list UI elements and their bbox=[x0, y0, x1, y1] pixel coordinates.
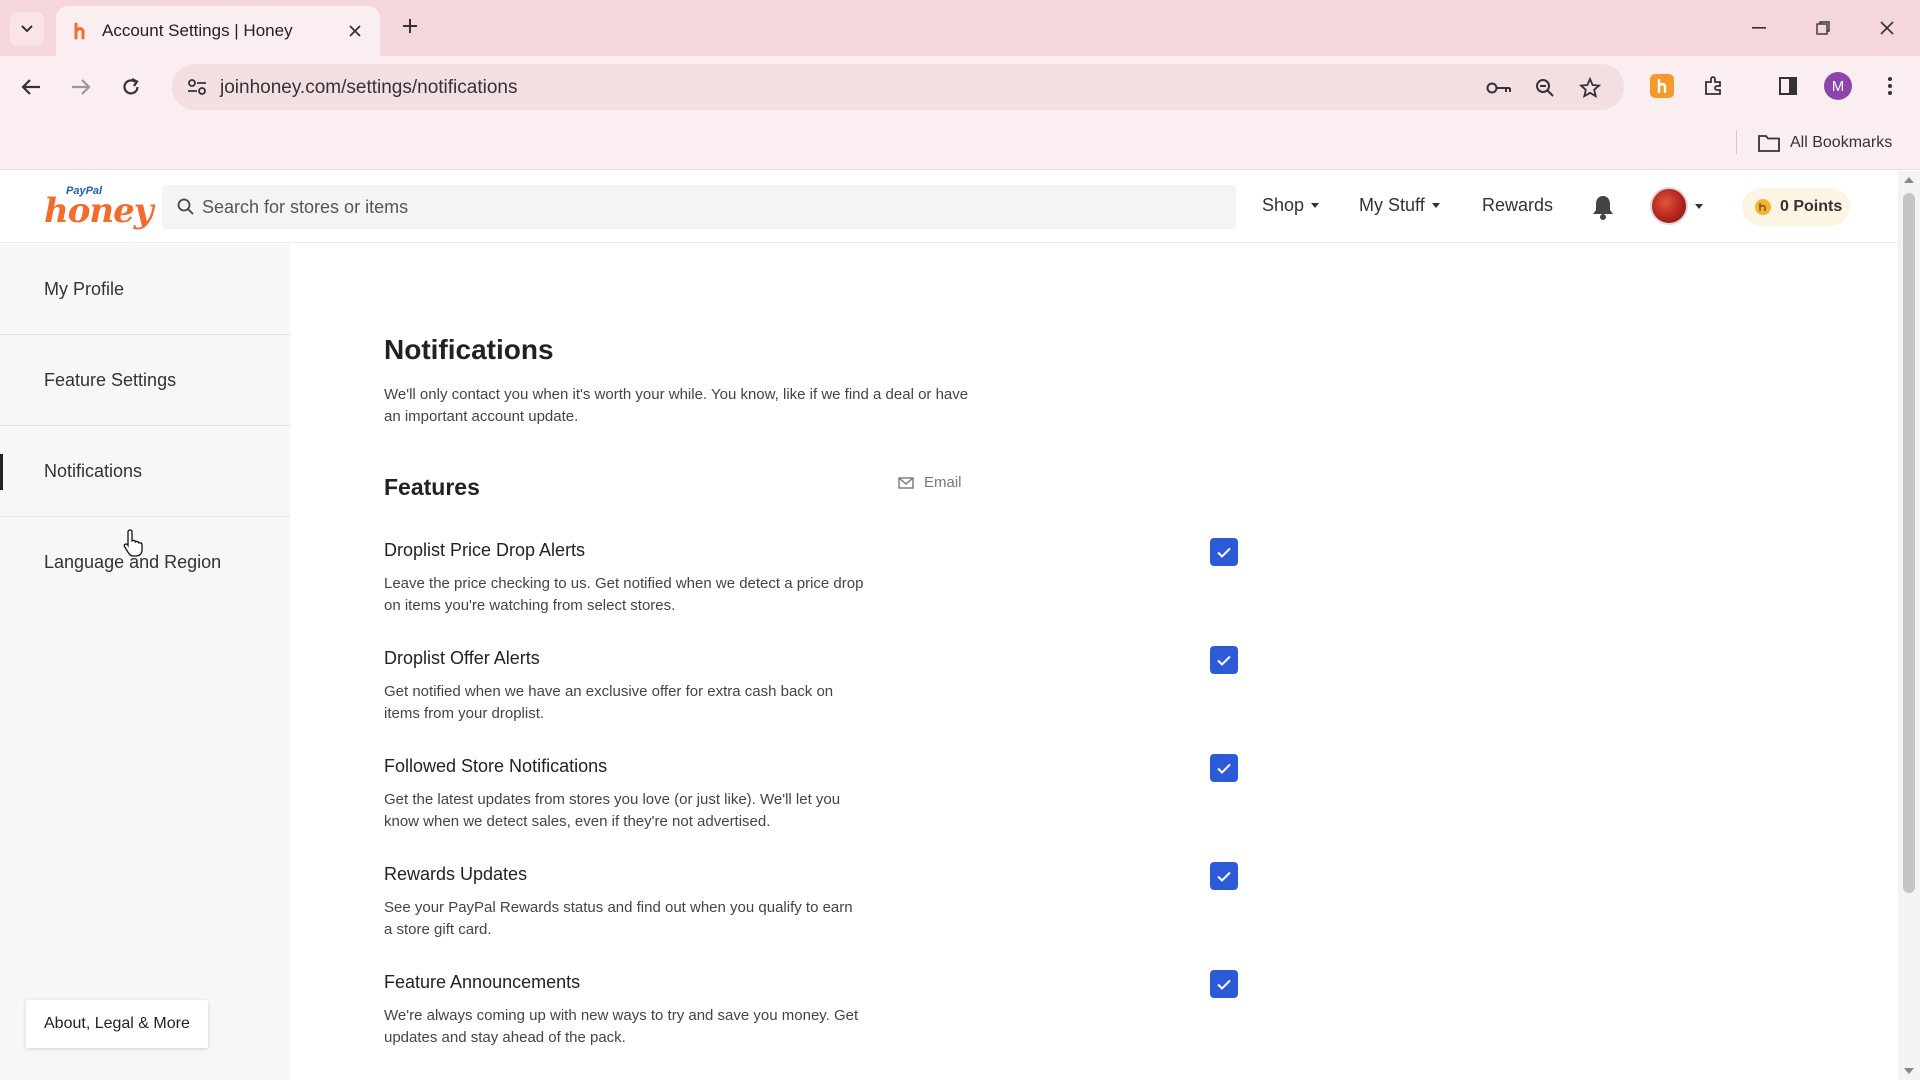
restore-icon[interactable] bbox=[1806, 12, 1840, 44]
bookmark-star-icon[interactable] bbox=[1577, 76, 1603, 100]
section-title: Features bbox=[384, 474, 480, 500]
zoom-icon[interactable] bbox=[1532, 76, 1558, 100]
email-checkbox-feature-announcements[interactable] bbox=[1210, 970, 1238, 998]
account-avatar-menu[interactable] bbox=[1650, 187, 1703, 225]
hand-pointer-cursor-icon bbox=[123, 529, 143, 557]
notifications-panel: Notifications We'll only contact you whe… bbox=[290, 244, 1898, 1080]
feature-row-rewards-updates: Rewards Updates See your PayPal Rewards … bbox=[384, 864, 1064, 941]
my-stuff-label: My Stuff bbox=[1359, 195, 1425, 215]
logo-honey-text: honey bbox=[44, 191, 154, 231]
settings-sidebar: My Profile Feature Settings Notification… bbox=[0, 244, 290, 1080]
points-badge[interactable]: 0 Points bbox=[1742, 188, 1850, 226]
email-column-header: Email bbox=[898, 474, 962, 491]
search-icon bbox=[177, 198, 194, 215]
bookmarks-bar: All Bookmarks bbox=[0, 118, 1920, 170]
scroll-down-arrow-icon[interactable] bbox=[1904, 1068, 1914, 1074]
tab-search-button[interactable] bbox=[10, 12, 44, 46]
checkmark-icon bbox=[1217, 655, 1231, 666]
feature-row-droplist-price-drop: Droplist Price Drop Alerts Leave the pri… bbox=[384, 540, 1064, 617]
scroll-up-arrow-icon[interactable] bbox=[1904, 177, 1914, 183]
email-checkbox-followed-store[interactable] bbox=[1210, 754, 1238, 782]
back-arrow-icon[interactable] bbox=[14, 70, 48, 104]
checkmark-icon bbox=[1217, 763, 1231, 774]
feature-name: Rewards Updates bbox=[384, 864, 528, 884]
search-input[interactable] bbox=[202, 185, 1222, 229]
paypal-honey-logo[interactable]: PayPal honey bbox=[44, 185, 154, 231]
chevron-down-icon bbox=[21, 25, 33, 33]
all-bookmarks-button[interactable]: All Bookmarks bbox=[1758, 130, 1892, 156]
sidebar-item-notifications[interactable]: Notifications bbox=[0, 426, 290, 517]
profile-initial: M bbox=[1824, 72, 1852, 100]
browser-tab-active[interactable]: Account Settings | Honey bbox=[56, 6, 380, 56]
reload-icon[interactable] bbox=[114, 70, 148, 104]
gold-coin-icon bbox=[1755, 199, 1771, 215]
feature-name: Droplist Offer Alerts bbox=[384, 648, 540, 668]
tab-title: Account Settings | Honey bbox=[102, 21, 293, 40]
password-key-icon[interactable] bbox=[1486, 76, 1512, 100]
feature-name: Droplist Price Drop Alerts bbox=[384, 540, 586, 560]
my-stuff-menu[interactable]: My Stuff bbox=[1359, 195, 1440, 216]
rewards-label: Rewards bbox=[1482, 195, 1554, 215]
folder-icon bbox=[1758, 135, 1780, 152]
feature-name: Feature Announcements bbox=[384, 972, 581, 992]
caret-down-icon bbox=[1431, 203, 1440, 208]
email-checkbox-droplist-price-drop[interactable] bbox=[1210, 538, 1238, 566]
site-header: PayPal honey Shop My Stuff Rewards 0 Poi… bbox=[0, 171, 1898, 243]
caret-down-icon bbox=[1695, 203, 1703, 209]
email-checkbox-droplist-offer[interactable] bbox=[1210, 646, 1238, 674]
rewards-link[interactable]: Rewards bbox=[1482, 195, 1553, 216]
feature-description: Get the latest updates from stores you l… bbox=[384, 791, 841, 830]
forward-arrow-icon[interactable] bbox=[64, 70, 98, 104]
feature-description: Leave the price checking to us. Get noti… bbox=[384, 575, 864, 614]
address-bar[interactable]: joinhoney.com/settings/notifications bbox=[172, 64, 1624, 110]
sidebar-item-label: Notifications bbox=[44, 460, 143, 481]
checkmark-icon bbox=[1217, 871, 1231, 882]
notifications-bell-icon[interactable] bbox=[1590, 193, 1616, 221]
url-text: joinhoney.com/settings/notifications bbox=[220, 77, 518, 98]
minimize-icon[interactable] bbox=[1742, 12, 1776, 44]
feature-description: We're always coming up with new ways to … bbox=[384, 1007, 859, 1046]
all-bookmarks-label: All Bookmarks bbox=[1790, 134, 1893, 151]
caret-down-icon bbox=[1311, 203, 1320, 208]
sidebar-item-label: Feature Settings bbox=[44, 369, 177, 390]
sidebar-item-label: My Profile bbox=[44, 278, 125, 299]
sidebar-item-my-profile[interactable]: My Profile bbox=[0, 244, 290, 335]
shop-menu[interactable]: Shop bbox=[1262, 195, 1320, 216]
shop-label: Shop bbox=[1262, 195, 1305, 215]
page-description: We'll only contact you when it's worth y… bbox=[384, 386, 969, 425]
feature-row-feature-announcements: Feature Announcements We're always comin… bbox=[384, 972, 1064, 1049]
bookmarks-separator bbox=[1736, 130, 1737, 154]
scroll-thumb[interactable] bbox=[1903, 193, 1915, 893]
page-scrollbar[interactable] bbox=[1898, 171, 1920, 1080]
about-legal-button[interactable]: About, Legal & More bbox=[26, 1000, 208, 1048]
browser-toolbar: joinhoney.com/settings/notifications M bbox=[0, 56, 1920, 118]
browser-tabbar: Account Settings | Honey bbox=[0, 0, 1920, 56]
close-window-icon[interactable] bbox=[1870, 12, 1904, 44]
email-icon bbox=[898, 476, 914, 489]
feature-row-droplist-offer: Droplist Offer Alerts Get notified when … bbox=[384, 648, 1064, 725]
email-checkbox-rewards-updates[interactable] bbox=[1210, 862, 1238, 890]
close-tab-icon[interactable] bbox=[344, 20, 366, 42]
new-tab-icon[interactable] bbox=[396, 12, 424, 40]
feature-row-followed-store: Followed Store Notifications Get the lat… bbox=[384, 756, 1064, 833]
email-column-label: Email bbox=[924, 474, 962, 491]
search-bar bbox=[162, 185, 1236, 229]
profile-avatar-button[interactable]: M bbox=[1822, 70, 1854, 102]
side-panel-icon[interactable] bbox=[1772, 70, 1804, 102]
extensions-puzzle-icon[interactable] bbox=[1698, 70, 1730, 102]
feature-name: Followed Store Notifications bbox=[384, 756, 608, 776]
site-settings-icon[interactable] bbox=[186, 76, 208, 98]
feature-description: See your PayPal Rewards status and find … bbox=[384, 899, 853, 938]
checkmark-icon bbox=[1217, 979, 1231, 990]
points-label: 0 Points bbox=[1780, 198, 1843, 215]
page-title: Notifications bbox=[384, 334, 554, 365]
checkmark-icon bbox=[1217, 547, 1231, 558]
sidebar-item-feature-settings[interactable]: Feature Settings bbox=[0, 335, 290, 426]
honey-favicon-icon bbox=[70, 21, 90, 41]
browser-menu-icon[interactable] bbox=[1874, 70, 1906, 102]
avatar bbox=[1650, 187, 1688, 225]
honey-extension-icon[interactable] bbox=[1646, 70, 1678, 102]
feature-description: Get notified when we have an exclusive o… bbox=[384, 683, 834, 722]
